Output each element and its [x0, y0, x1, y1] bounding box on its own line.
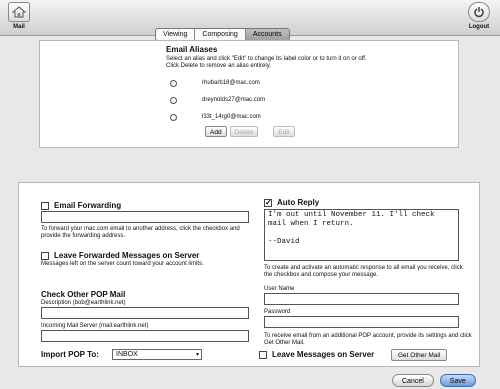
alias-item[interactable]: rhubarb18@mac.com — [170, 78, 260, 88]
alias-address: rhubarb18@mac.com — [202, 80, 260, 86]
leave-forwarded-checkbox[interactable] — [41, 251, 49, 260]
leave-messages-heading: Leave Messages on Server — [259, 350, 374, 359]
auto-reply-heading: Auto Reply — [264, 198, 319, 207]
alias-radio[interactable] — [170, 79, 177, 87]
delete-alias-button[interactable]: Delete — [229, 126, 259, 137]
import-pop-value: INBOX — [116, 351, 138, 358]
leave-forwarded-description: Messages left on the server count toward… — [41, 261, 204, 267]
check-pop-title: Check Other POP Mail — [41, 290, 126, 299]
alias-radio[interactable] — [170, 113, 177, 121]
tab-accounts[interactable]: Accounts — [245, 29, 289, 40]
email-forwarding-heading: Email Forwarding — [41, 201, 121, 210]
email-forwarding-title: Email Forwarding — [54, 201, 122, 210]
password-field[interactable] — [264, 316, 459, 328]
alias-address: dreynolds27@mac.com — [202, 97, 266, 103]
pop-server-label: Incoming Mail Server (mail.earthlink.net… — [41, 323, 149, 329]
aliases-title: Email Aliases — [166, 45, 218, 54]
alias-address: l33t_14rg0@mac.com — [202, 114, 261, 120]
tab-composing[interactable]: Composing — [195, 29, 246, 40]
pop-description-label: Description (bob@earthlink.net) — [41, 300, 126, 306]
forwarding-address-field[interactable] — [41, 211, 249, 223]
aliases-description: Select an alias and click "Edit" to chan… — [166, 56, 367, 69]
email-aliases-panel: Email Aliases Select an alias and click … — [39, 40, 459, 148]
email-forwarding-checkbox[interactable] — [41, 201, 49, 210]
import-pop-label: Import POP To: — [41, 350, 99, 359]
forwarding-description: To forward your mac.com email to another… — [41, 226, 240, 239]
auto-reply-description: To create and activate an automatic resp… — [264, 265, 463, 278]
alias-item[interactable]: l33t_14rg0@mac.com — [170, 112, 261, 122]
pop-settings-description: To receive email from an additional POP … — [264, 333, 472, 346]
save-button[interactable]: Save — [439, 374, 476, 387]
cancel-button[interactable]: Cancel — [392, 374, 434, 387]
get-other-mail-button[interactable]: Get Other Mail — [391, 349, 448, 361]
leave-forwarded-title: Leave Forwarded Messages on Server — [54, 251, 200, 260]
mail-button[interactable]: Mail — [2, 2, 36, 34]
logout-label: Logout — [468, 24, 490, 30]
tab-viewing[interactable]: Viewing — [156, 29, 196, 40]
edit-alias-button[interactable]: Edit — [273, 126, 295, 137]
auto-reply-checkbox[interactable] — [264, 198, 272, 207]
username-label: User Name — [264, 286, 295, 292]
pop-description-field[interactable] — [41, 307, 249, 319]
mail-options-panel: Email Forwarding To forward your mac.com… — [18, 182, 480, 367]
alias-item[interactable]: dreynolds27@mac.com — [170, 95, 265, 105]
auto-reply-message[interactable]: I'm out until November 11. I'll check ma… — [264, 209, 459, 261]
auto-reply-title: Auto Reply — [277, 198, 320, 207]
leave-forwarded-heading: Leave Forwarded Messages on Server — [41, 251, 199, 260]
mail-house-icon — [8, 2, 30, 22]
alias-buttons: Add Delete Edit — [205, 126, 295, 137]
logout-icon — [468, 2, 490, 22]
logout-button[interactable]: Logout — [462, 2, 496, 34]
leave-messages-checkbox[interactable] — [259, 350, 267, 359]
alias-radio[interactable] — [170, 96, 177, 104]
mail-label: Mail — [13, 24, 25, 30]
chevron-down-icon: ▾ — [195, 352, 199, 358]
username-field[interactable] — [264, 293, 459, 305]
password-label: Password — [264, 309, 291, 315]
import-pop-select[interactable]: INBOX ▾ — [112, 349, 202, 360]
footer-buttons: Cancel Save — [392, 374, 476, 387]
leave-messages-label: Leave Messages on Server — [272, 350, 375, 359]
add-alias-button[interactable]: Add — [205, 126, 227, 137]
pop-server-field[interactable] — [41, 330, 249, 342]
